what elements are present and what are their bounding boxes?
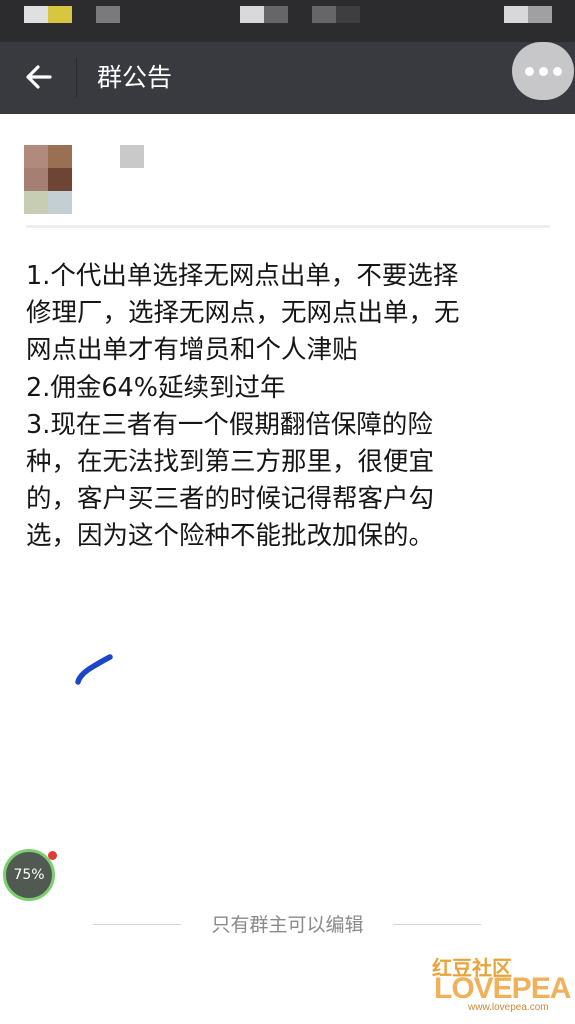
- announcement-line: 3.现在三者有一个假期翻倍保障的险: [26, 409, 433, 440]
- more-dot: [552, 66, 562, 76]
- status-icon: [264, 6, 288, 23]
- footer-divider-right: [393, 924, 481, 925]
- announcement-line: 1.个代出单选择无网点出单，不要选择: [26, 261, 459, 291]
- notification-dot: [48, 851, 57, 860]
- avatar-pixel: [48, 145, 72, 168]
- announcement-line: 种，在无法找到第三方那里，很便宜: [26, 447, 435, 478]
- watermark-logo: 红豆社区 LOVEPEA www.lovepea.com: [432, 952, 572, 1018]
- status-icon: [96, 6, 120, 23]
- watermark-en: LOVEPEA: [434, 972, 571, 1005]
- more-button[interactable]: [512, 42, 574, 100]
- title-bar: 群公告: [0, 42, 575, 114]
- announcement-content: 1.个代出单选择无网点出单，不要选择 修理厂，选择无网点，无网点出单，无 网点出…: [26, 258, 551, 556]
- more-dot: [538, 66, 548, 76]
- footer-note: 只有群主可以编辑: [211, 914, 364, 936]
- header-divider: [26, 225, 550, 228]
- avatar[interactable]: [24, 145, 72, 215]
- status-icon: [336, 6, 360, 23]
- avatar-pixel: [24, 168, 48, 191]
- status-icon: [504, 6, 528, 23]
- announcement-line: 网点出单才有增员和个人津贴: [26, 335, 358, 366]
- avatar-pixel: [24, 145, 48, 168]
- back-button[interactable]: [16, 54, 62, 100]
- author-name-redacted: [120, 145, 144, 168]
- progress-badge-label: 75%: [13, 867, 45, 883]
- page-title: 群公告: [97, 63, 173, 92]
- title-divider: [76, 58, 77, 98]
- avatar-pixel: [48, 191, 72, 214]
- status-icon: [240, 6, 264, 23]
- announcement-line: 2.佣金64%延续到过年: [26, 372, 286, 403]
- more-dots-icon: [524, 66, 534, 76]
- pen-stroke-mark: [75, 654, 113, 685]
- status-icon: [48, 6, 72, 23]
- status-icon: [24, 6, 48, 23]
- status-icon: [312, 6, 336, 23]
- status-icon: [528, 6, 552, 23]
- avatar-pixel: [48, 168, 72, 191]
- progress-badge[interactable]: 75%: [3, 849, 55, 901]
- arrow-left-icon: [26, 65, 52, 89]
- announcement-line: 的，客户买三者的时候记得帮客户勾: [26, 484, 435, 515]
- watermark-url: www.lovepea.com: [468, 1002, 549, 1013]
- avatar-pixel: [24, 191, 48, 214]
- announcement-line: 修理厂，选择无网点，无网点出单，无: [26, 298, 460, 329]
- announcement-line: 选，因为这个险种不能批改加保的。: [26, 521, 435, 552]
